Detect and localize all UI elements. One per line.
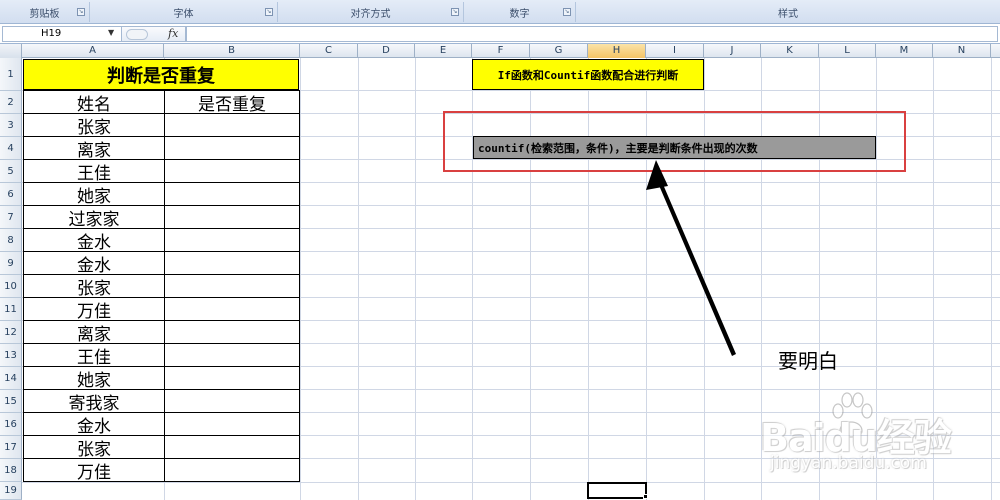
duplicate-cell[interactable]: [164, 389, 300, 413]
formula-input[interactable]: [186, 26, 998, 42]
row-header-11[interactable]: 11: [0, 298, 22, 321]
formula-bar-controls: fx: [122, 26, 186, 42]
row-header-5[interactable]: 5: [0, 160, 22, 183]
column-header-g[interactable]: G: [530, 44, 588, 58]
name-cell[interactable]: 张家: [23, 113, 165, 138]
column-header-row: A B C D E F G H I J K L M N: [0, 44, 1000, 58]
table-title-cell[interactable]: 判断是否重复: [23, 59, 299, 90]
duplicate-cell[interactable]: [164, 113, 300, 137]
name-cell[interactable]: 她家: [23, 182, 165, 207]
name-cell[interactable]: 她家: [23, 366, 165, 391]
column-header-h[interactable]: H: [588, 44, 646, 58]
formula-bar: H19 ▼ fx: [0, 24, 1000, 44]
select-all-corner[interactable]: [0, 44, 22, 58]
column-header-a[interactable]: A: [22, 44, 164, 58]
name-cell[interactable]: 万佳: [23, 458, 165, 483]
column-header-k[interactable]: K: [761, 44, 819, 58]
fill-handle[interactable]: [643, 494, 648, 499]
row-header-8[interactable]: 8: [0, 229, 22, 252]
duplicate-cell[interactable]: [164, 228, 300, 252]
function-hint-note[interactable]: If函数和Countif函数配合进行判断: [472, 59, 704, 90]
ribbon-group-number[interactable]: 数字 ↘: [464, 2, 576, 22]
column-header-m[interactable]: M: [876, 44, 933, 58]
ribbon-group-clipboard[interactable]: 剪贴板 ↘: [0, 2, 90, 22]
duplicate-cell[interactable]: [164, 159, 300, 183]
duplicate-cell[interactable]: [164, 458, 300, 482]
row-header-14[interactable]: 14: [0, 367, 22, 390]
name-cell[interactable]: 金水: [23, 412, 165, 437]
ribbon-group-font[interactable]: 字体 ↘: [90, 2, 278, 22]
row-header-9[interactable]: 9: [0, 252, 22, 275]
header-cell-name[interactable]: 姓名: [23, 90, 165, 115]
ribbon-group-styles[interactable]: 样式: [576, 2, 1000, 22]
ribbon-group-label: 样式: [778, 8, 798, 20]
row-header-15[interactable]: 15: [0, 390, 22, 413]
column-header-b[interactable]: B: [164, 44, 300, 58]
row-header-4[interactable]: 4: [0, 137, 22, 160]
callout-text: 要明白: [778, 349, 838, 373]
duplicate-cell[interactable]: [164, 182, 300, 206]
column-header-e[interactable]: E: [415, 44, 472, 58]
dialog-launcher-icon[interactable]: ↘: [77, 8, 85, 16]
dialog-launcher-icon[interactable]: ↘: [563, 8, 571, 16]
row-header-10[interactable]: 10: [0, 275, 22, 298]
row-header-12[interactable]: 12: [0, 321, 22, 344]
row-header-6[interactable]: 6: [0, 183, 22, 206]
duplicate-cell[interactable]: [164, 251, 300, 275]
name-cell[interactable]: 过家家: [23, 205, 165, 230]
name-box[interactable]: H19: [2, 26, 122, 42]
row-header-13[interactable]: 13: [0, 344, 22, 367]
chevron-down-icon[interactable]: ▼: [108, 28, 114, 37]
row-header-18[interactable]: 18: [0, 459, 22, 482]
insert-function-icon[interactable]: fx: [168, 27, 178, 40]
name-cell[interactable]: 金水: [23, 228, 165, 253]
column-header-c[interactable]: C: [300, 44, 358, 58]
name-cell[interactable]: 张家: [23, 435, 165, 460]
row-header-19[interactable]: 19: [0, 482, 22, 500]
column-header-i[interactable]: I: [646, 44, 704, 58]
duplicate-cell[interactable]: [164, 297, 300, 321]
name-cell[interactable]: 离家: [23, 136, 165, 161]
ribbon-group-alignment[interactable]: 对齐方式 ↘: [278, 2, 464, 22]
name-cell[interactable]: 寄我家: [23, 389, 165, 414]
column-header-d[interactable]: D: [358, 44, 415, 58]
ribbon-group-label: 字体: [173, 8, 194, 20]
duplicate-cell[interactable]: [164, 205, 300, 229]
duplicate-cell[interactable]: [164, 435, 300, 459]
column-header-l[interactable]: L: [819, 44, 876, 58]
duplicate-cell[interactable]: [164, 412, 300, 436]
name-cell[interactable]: 王佳: [23, 159, 165, 184]
row-header-3[interactable]: 3: [0, 114, 22, 137]
ribbon-group-label: 数字: [509, 8, 530, 20]
dialog-launcher-icon[interactable]: ↘: [265, 8, 273, 16]
duplicate-cell[interactable]: [164, 366, 300, 390]
row-header-16[interactable]: 16: [0, 413, 22, 436]
row-header-2[interactable]: 2: [0, 91, 22, 114]
name-cell[interactable]: 离家: [23, 320, 165, 345]
duplicate-cell[interactable]: [164, 320, 300, 344]
duplicate-cell[interactable]: [164, 274, 300, 298]
name-cell[interactable]: 张家: [23, 274, 165, 299]
name-cell[interactable]: 王佳: [23, 343, 165, 368]
row-header-17[interactable]: 17: [0, 436, 22, 459]
ribbon-group-label: 对齐方式: [350, 8, 391, 20]
pointer-arrow-icon: [646, 160, 736, 356]
dialog-launcher-icon[interactable]: ↘: [451, 8, 459, 16]
column-header-j[interactable]: J: [704, 44, 761, 58]
ribbon-group-label: 剪贴板: [29, 8, 60, 20]
header-cell-duplicate[interactable]: 是否重复: [164, 90, 300, 115]
duplicate-cell[interactable]: [164, 343, 300, 367]
row-header-7[interactable]: 7: [0, 206, 22, 229]
column-header-f[interactable]: F: [472, 44, 530, 58]
active-cell-h19[interactable]: [587, 482, 647, 499]
formula-bar-grip[interactable]: [126, 29, 148, 40]
ribbon-group-bar: 剪贴板 ↘ 字体 ↘ 对齐方式 ↘ 数字 ↘ 样式: [0, 0, 1000, 24]
row-header-1[interactable]: 1: [0, 58, 22, 91]
duplicate-cell[interactable]: [164, 136, 300, 160]
name-cell[interactable]: 金水: [23, 251, 165, 276]
column-header-n[interactable]: N: [933, 44, 991, 58]
name-cell[interactable]: 万佳: [23, 297, 165, 322]
